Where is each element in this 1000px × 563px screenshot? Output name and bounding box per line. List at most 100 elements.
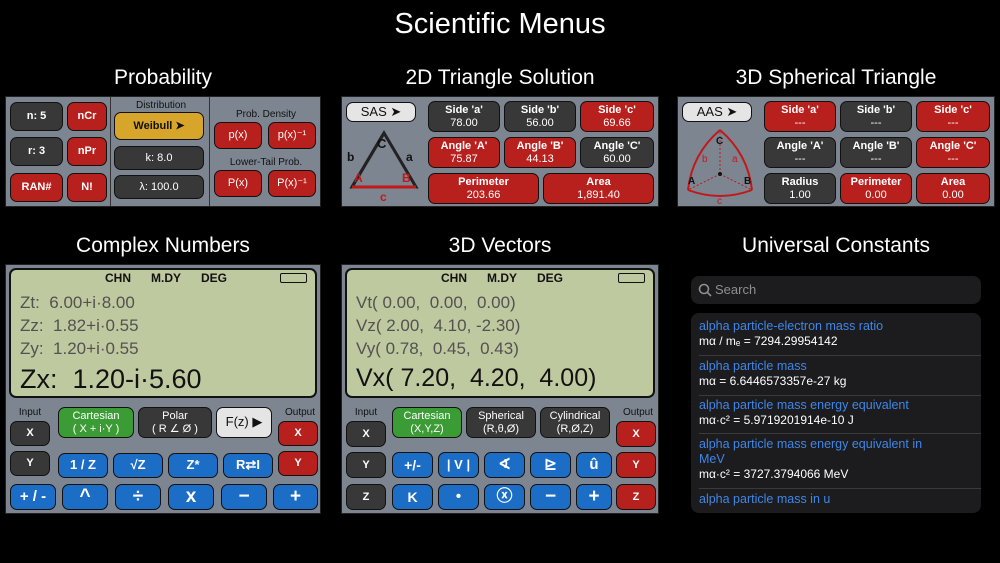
multiply-button[interactable]: x: [168, 484, 214, 510]
negate-button[interactable]: +/-: [392, 452, 433, 478]
k-button[interactable]: k: 8.0: [114, 146, 204, 170]
output-y-button[interactable]: Y: [278, 451, 318, 476]
side-c-cell[interactable]: Side 'c' 69.66: [580, 101, 654, 132]
magnitude-button[interactable]: | V |: [438, 452, 479, 478]
list-item[interactable]: alpha particle mass energy equivalent in…: [699, 437, 939, 482]
conjugate-button[interactable]: Z*: [168, 453, 218, 478]
spherical-perimeter-cell[interactable]: Perimeter 0.00: [840, 173, 912, 204]
constants-title: Universal Constants: [742, 234, 930, 257]
projection-button[interactable]: ⊵: [530, 452, 571, 478]
spherical-angle-b-cell[interactable]: Angle 'B' ---: [840, 137, 912, 168]
spherical-angle-c-cell[interactable]: Angle 'C' ---: [916, 137, 990, 168]
search-icon: [698, 283, 712, 297]
function-button[interactable]: F(z) ▶: [216, 407, 272, 438]
spherical-label: Spherical: [478, 409, 524, 422]
spherical-angle-a-cell[interactable]: Angle 'A' ---: [764, 137, 836, 168]
triangle2d-title: 2D Triangle Solution: [405, 66, 595, 89]
ncr-button[interactable]: nCr: [67, 102, 107, 131]
px-inverse-button[interactable]: p(x)⁻¹: [268, 122, 316, 149]
r-button[interactable]: r: 3: [10, 137, 63, 166]
angle-a-cell[interactable]: Angle 'A' 75.87: [428, 137, 500, 168]
unit-vector-button[interactable]: û: [576, 452, 612, 478]
output-label: Output: [284, 407, 316, 418]
cell-value: 1,891.40: [577, 188, 620, 201]
output-y-button[interactable]: Y: [616, 452, 656, 478]
list-item[interactable]: alpha particle-electron mass ratio mα / …: [699, 319, 979, 349]
angle-c-cell[interactable]: Angle 'C' 60.00: [580, 137, 654, 168]
dot-product-button[interactable]: •: [438, 484, 479, 510]
triangle3d-title: 3D Spherical Triangle: [735, 66, 937, 89]
list-item[interactable]: alpha particle mass energy equivalent mα…: [699, 398, 979, 428]
spherical-button[interactable]: Spherical (R,θ,Ø): [466, 407, 536, 438]
subtract-button[interactable]: −: [221, 484, 267, 510]
cell-value: ---: [947, 116, 959, 129]
vertex-b-label: B: [402, 171, 411, 185]
sqrt-button[interactable]: √Z: [113, 453, 163, 478]
output-x-button[interactable]: X: [278, 421, 318, 446]
angle-between-button[interactable]: ∢: [484, 452, 525, 478]
cell-label: Angle 'A': [776, 139, 824, 152]
cdf-inverse-button[interactable]: P(x)⁻¹: [268, 170, 316, 197]
cell-label: Angle 'C': [929, 139, 977, 152]
divide-button[interactable]: ÷: [115, 484, 161, 510]
cell-label: Angle 'B': [516, 139, 564, 152]
input-x-button[interactable]: X: [10, 421, 50, 446]
side-b-cell[interactable]: Side 'b' 56.00: [504, 101, 576, 132]
cylindrical-button[interactable]: Cylindrical (R,Ø,Z): [540, 407, 610, 438]
list-item[interactable]: alpha particle mass mα = 6.6446573357e-2…: [699, 359, 979, 389]
npr-button[interactable]: nPr: [67, 137, 107, 166]
spherical-side-b-cell[interactable]: Side 'b' ---: [840, 101, 912, 132]
constants-list[interactable]: alpha particle-electron mass ratio mα / …: [691, 313, 981, 513]
add-button[interactable]: +: [273, 484, 318, 510]
angle-b-cell[interactable]: Angle 'B' 44.13: [504, 137, 576, 168]
triangle-diagram: C A B b a c: [347, 130, 419, 204]
cartesian-button[interactable]: Cartesian (X,Y,Z): [392, 407, 462, 438]
radius-cell[interactable]: Radius 1.00: [764, 173, 836, 204]
change-sign-button[interactable]: + / -: [10, 484, 56, 510]
cross-product-button[interactable]: ⓧ: [484, 484, 525, 510]
cdf-button[interactable]: P(x): [214, 170, 262, 197]
status-chn: CHN: [441, 271, 467, 285]
stack-t: Vt( 0.00, 0.00, 0.00): [356, 293, 516, 312]
spherical-area-cell[interactable]: Area 0.00: [916, 173, 990, 204]
swap-real-imag-button[interactable]: R⇄I: [223, 453, 273, 478]
side-a-cell[interactable]: Side 'a' 78.00: [428, 101, 500, 132]
factorial-button[interactable]: N!: [67, 173, 107, 202]
subtract-button[interactable]: −: [530, 484, 571, 510]
reciprocal-button[interactable]: 1 / Z: [58, 453, 108, 478]
output-z-button[interactable]: Z: [616, 484, 656, 510]
add-button[interactable]: +: [576, 484, 612, 510]
input-z-button[interactable]: Z: [346, 484, 386, 510]
cell-label: Side 'a': [781, 103, 819, 116]
area-cell[interactable]: Area 1,891.40: [543, 173, 654, 204]
input-y-button[interactable]: Y: [346, 452, 386, 478]
random-button[interactable]: RAN#: [10, 173, 63, 202]
status-date: M.DY: [151, 271, 181, 285]
input-y-button[interactable]: Y: [10, 451, 50, 476]
n-button[interactable]: n: 5: [10, 102, 63, 131]
lambda-button[interactable]: λ: 100.0: [114, 175, 204, 199]
cell-value: ---: [947, 152, 959, 165]
output-x-button[interactable]: X: [616, 421, 656, 447]
spherical-side-c-cell[interactable]: Side 'c' ---: [916, 101, 990, 132]
triangle-mode-select[interactable]: SAS ➤: [346, 102, 416, 122]
constant-value: mα / mₑ = 7294.29954142: [699, 334, 838, 348]
spherical-form: (R,θ,Ø): [482, 422, 520, 435]
side-c-label: c: [380, 190, 387, 204]
scalar-button[interactable]: K: [392, 484, 433, 510]
list-item[interactable]: alpha particle mass in u: [699, 492, 979, 507]
input-x-button[interactable]: X: [346, 421, 386, 447]
power-button[interactable]: ^: [62, 484, 108, 510]
cell-value: 44.13: [526, 152, 554, 165]
px-button[interactable]: p(x): [214, 122, 262, 149]
polar-form: ( R ∠ Ø ): [152, 422, 198, 435]
side-b-label: b: [702, 154, 708, 165]
perimeter-cell[interactable]: Perimeter 203.66: [428, 173, 539, 204]
distribution-select[interactable]: Weibull ➤: [114, 112, 204, 140]
polar-button[interactable]: Polar( R ∠ Ø ): [138, 407, 212, 438]
search-bar[interactable]: Search: [691, 276, 981, 304]
spherical-mode-select[interactable]: AAS ➤: [682, 102, 752, 122]
spherical-side-a-cell[interactable]: Side 'a' ---: [764, 101, 836, 132]
constant-name: alpha particle mass energy equivalent: [699, 398, 909, 412]
cartesian-button[interactable]: Cartesian( X + i·Y ): [58, 407, 134, 438]
